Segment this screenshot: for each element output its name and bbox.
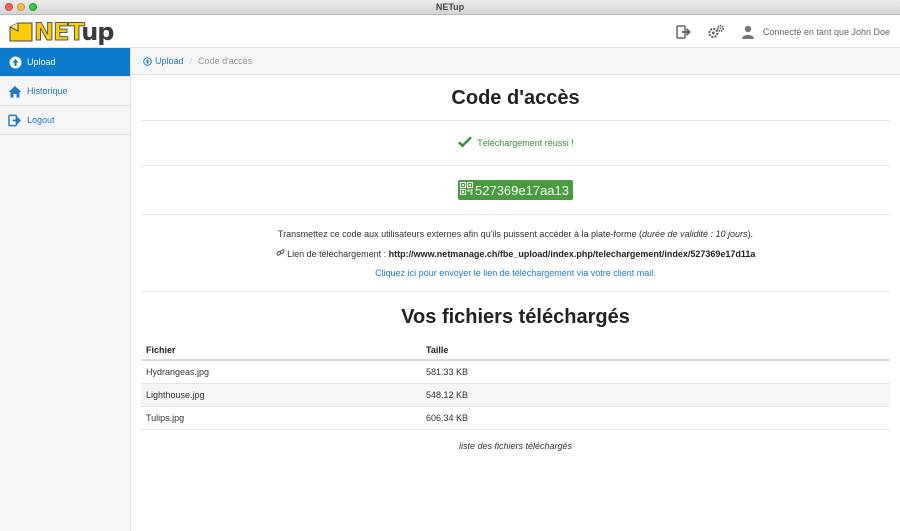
sidebar-item-label: Upload xyxy=(27,57,56,67)
column-header-file: Fichier xyxy=(141,340,421,361)
column-header-size: Taille xyxy=(421,340,890,361)
sidebar-item-label: Logout xyxy=(27,115,55,125)
current-user[interactable]: Connecté en tant que John Doe xyxy=(739,23,890,41)
download-link-line: Lien de téléchargement : http://www.netm… xyxy=(141,248,890,259)
success-message: Téléchargement réussi ! xyxy=(141,121,890,165)
upload-icon xyxy=(143,56,152,66)
table-header-row: Fichier Taille xyxy=(141,340,890,361)
minimize-window-button[interactable] xyxy=(17,3,25,11)
download-link-label: Lien de téléchargement : xyxy=(287,249,387,259)
success-text: Téléchargement réussi ! xyxy=(477,138,574,148)
home-icon xyxy=(8,84,22,98)
sidebar-item-upload[interactable]: Upload xyxy=(0,48,130,77)
content-area: Code d'accès Téléchargement réussi ! 527… xyxy=(141,75,890,451)
sidebar-item-logout[interactable]: Logout xyxy=(0,106,130,135)
table-caption: liste des fichiers téléchargés xyxy=(458,440,573,451)
main-content: Upload / Code d'accès Code d'accès Téléc… xyxy=(131,48,900,531)
navbar-actions: Connecté en tant que John Doe xyxy=(675,15,890,48)
instructions-text: Transmettez ce code aux utilisateurs ext… xyxy=(277,229,754,239)
table-row: Lighthouse.jpg 548.12 KB xyxy=(141,383,890,407)
user-icon xyxy=(739,23,757,41)
brand-logo[interactable]: NETup xyxy=(8,18,114,46)
file-size-cell: 548.12 KB xyxy=(421,383,890,407)
file-name-cell: Tulips.jpg xyxy=(141,406,421,430)
access-code-value: 527369e17aa13 xyxy=(475,182,569,198)
logo-text: NETup xyxy=(33,18,114,46)
top-navbar: NETup Connecté en tant que John Doe xyxy=(0,15,900,48)
access-code-badge[interactable]: 527369e17aa13 xyxy=(458,180,573,200)
page-title: Code d'accès xyxy=(451,87,580,109)
breadcrumb: Upload / Code d'accès xyxy=(131,48,900,75)
sidebar-item-label: Historique xyxy=(27,86,68,96)
sidebar-item-historique[interactable]: Historique xyxy=(0,77,130,106)
checkmark-icon xyxy=(457,136,473,151)
settings-icon[interactable] xyxy=(707,23,725,41)
logout-icon xyxy=(8,113,22,127)
file-size-cell: 581.33 KB xyxy=(421,360,890,384)
send-mail-link[interactable]: Cliquez ici pour envoyer le lien de télé… xyxy=(375,268,656,278)
table-row: Hydrangeas.jpg 581.33 KB xyxy=(141,360,890,384)
breadcrumb-current: Code d'accès xyxy=(198,56,253,66)
title-bar: NETup xyxy=(0,0,900,15)
files-section-title: Vos fichiers téléchargés xyxy=(401,306,630,328)
share-info: Transmettez ce code aux utilisateurs ext… xyxy=(141,215,890,291)
link-icon xyxy=(276,249,288,259)
breadcrumb-separator: / xyxy=(189,56,193,66)
file-name-cell: Lighthouse.jpg xyxy=(141,383,421,407)
file-size-cell: 606.34 KB xyxy=(421,406,890,430)
breadcrumb-upload-link[interactable]: Upload xyxy=(143,56,184,66)
zoom-window-button[interactable] xyxy=(29,3,37,11)
table-row: Tulips.jpg 606.34 KB xyxy=(141,406,890,430)
app-window: NETup NETup Connecté en tant que John Do… xyxy=(0,0,900,531)
files-table: Fichier Taille Hydrangeas.jpg 581.33 KB … xyxy=(141,340,890,430)
download-link-url[interactable]: http://www.netmanage.ch/fbe_upload/index… xyxy=(389,249,756,259)
logout-icon[interactable] xyxy=(675,23,693,41)
upload-icon xyxy=(8,55,22,69)
window-title: NETup xyxy=(435,2,465,12)
logo-icon xyxy=(8,21,34,43)
sidebar: Upload Historique Logout xyxy=(0,48,131,531)
qrcode-icon xyxy=(460,182,473,198)
user-label: Connecté en tant que John Doe xyxy=(762,26,890,37)
file-name-cell: Hydrangeas.jpg xyxy=(141,360,421,384)
window-controls xyxy=(5,3,37,11)
close-window-button[interactable] xyxy=(5,3,13,11)
access-code-row: 527369e17aa13 xyxy=(141,166,890,214)
